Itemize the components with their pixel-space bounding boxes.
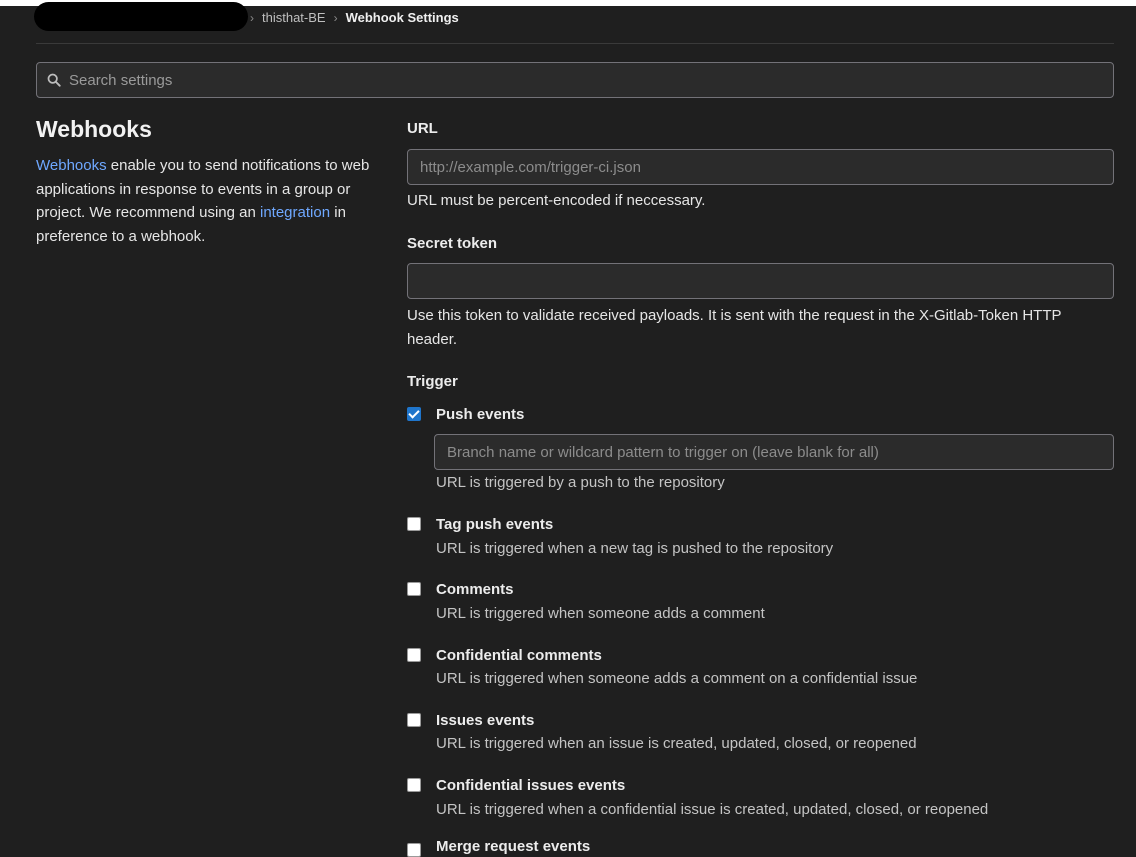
trigger-description: URL is triggered when someone adds a com… xyxy=(436,605,765,622)
search-input[interactable] xyxy=(61,71,1113,89)
secret-token-input[interactable] xyxy=(408,272,1113,290)
trigger-title: Confidential comments xyxy=(436,647,602,664)
confidential-comments-checkbox[interactable] xyxy=(407,648,421,662)
comments-checkbox[interactable] xyxy=(407,582,421,596)
trigger-description: URL is triggered by a push to the reposi… xyxy=(436,474,725,491)
trigger-description: URL is triggered when a new tag is pushe… xyxy=(436,540,834,557)
trigger-label: Trigger xyxy=(407,373,458,390)
trigger-title: Merge request events xyxy=(436,838,591,855)
branch-filter-input[interactable] xyxy=(435,443,1113,461)
secret-token-field[interactable] xyxy=(407,263,1114,299)
trigger-description: URL is triggered when a confidential iss… xyxy=(436,801,989,818)
page-title: Webhooks xyxy=(36,116,152,142)
intro-text: Webhooks enable you to send notification… xyxy=(36,157,370,245)
confidential-issues-events-checkbox[interactable] xyxy=(407,778,421,792)
trigger-title: Push events xyxy=(436,406,525,423)
issues-events-checkbox[interactable] xyxy=(407,713,421,727)
branch-filter-field[interactable] xyxy=(434,434,1114,470)
search-icon xyxy=(47,73,61,87)
secret-token-help: Use this token to validate received payl… xyxy=(407,307,1062,348)
trigger-title: Issues events xyxy=(436,712,535,729)
chevron-right-icon: › xyxy=(250,10,254,25)
search-box[interactable] xyxy=(36,62,1114,98)
trigger-description: URL is triggered when an issue is create… xyxy=(436,735,917,752)
webhooks-link[interactable]: Webhooks xyxy=(36,157,107,174)
merge-request-events-checkbox[interactable] xyxy=(407,843,421,857)
trigger-title: Confidential issues events xyxy=(436,777,626,794)
push-events-checkbox[interactable] xyxy=(407,407,421,421)
redacted-breadcrumb xyxy=(34,2,248,31)
url-label: URL xyxy=(407,120,438,137)
trigger-title: Tag push events xyxy=(436,516,554,533)
breadcrumb-project[interactable]: thisthat-BE xyxy=(262,10,326,25)
tag-push-events-checkbox[interactable] xyxy=(407,517,421,531)
divider xyxy=(36,43,1114,44)
url-help: URL must be percent-encoded if neccessar… xyxy=(407,192,706,209)
trigger-title: Comments xyxy=(436,581,514,598)
integration-link[interactable]: integration xyxy=(260,204,330,221)
url-input[interactable] xyxy=(408,158,1113,176)
secret-token-label: Secret token xyxy=(407,235,498,252)
chevron-right-icon: › xyxy=(333,10,338,25)
url-field[interactable] xyxy=(407,149,1114,185)
intro-section: Webhooks Webhooks enable you to send not… xyxy=(36,116,371,248)
breadcrumb-current[interactable]: Webhook Settings xyxy=(346,10,459,25)
trigger-description: URL is triggered when someone adds a com… xyxy=(436,670,918,687)
breadcrumb: › thisthat-BE › Webhook Settings xyxy=(250,10,459,25)
